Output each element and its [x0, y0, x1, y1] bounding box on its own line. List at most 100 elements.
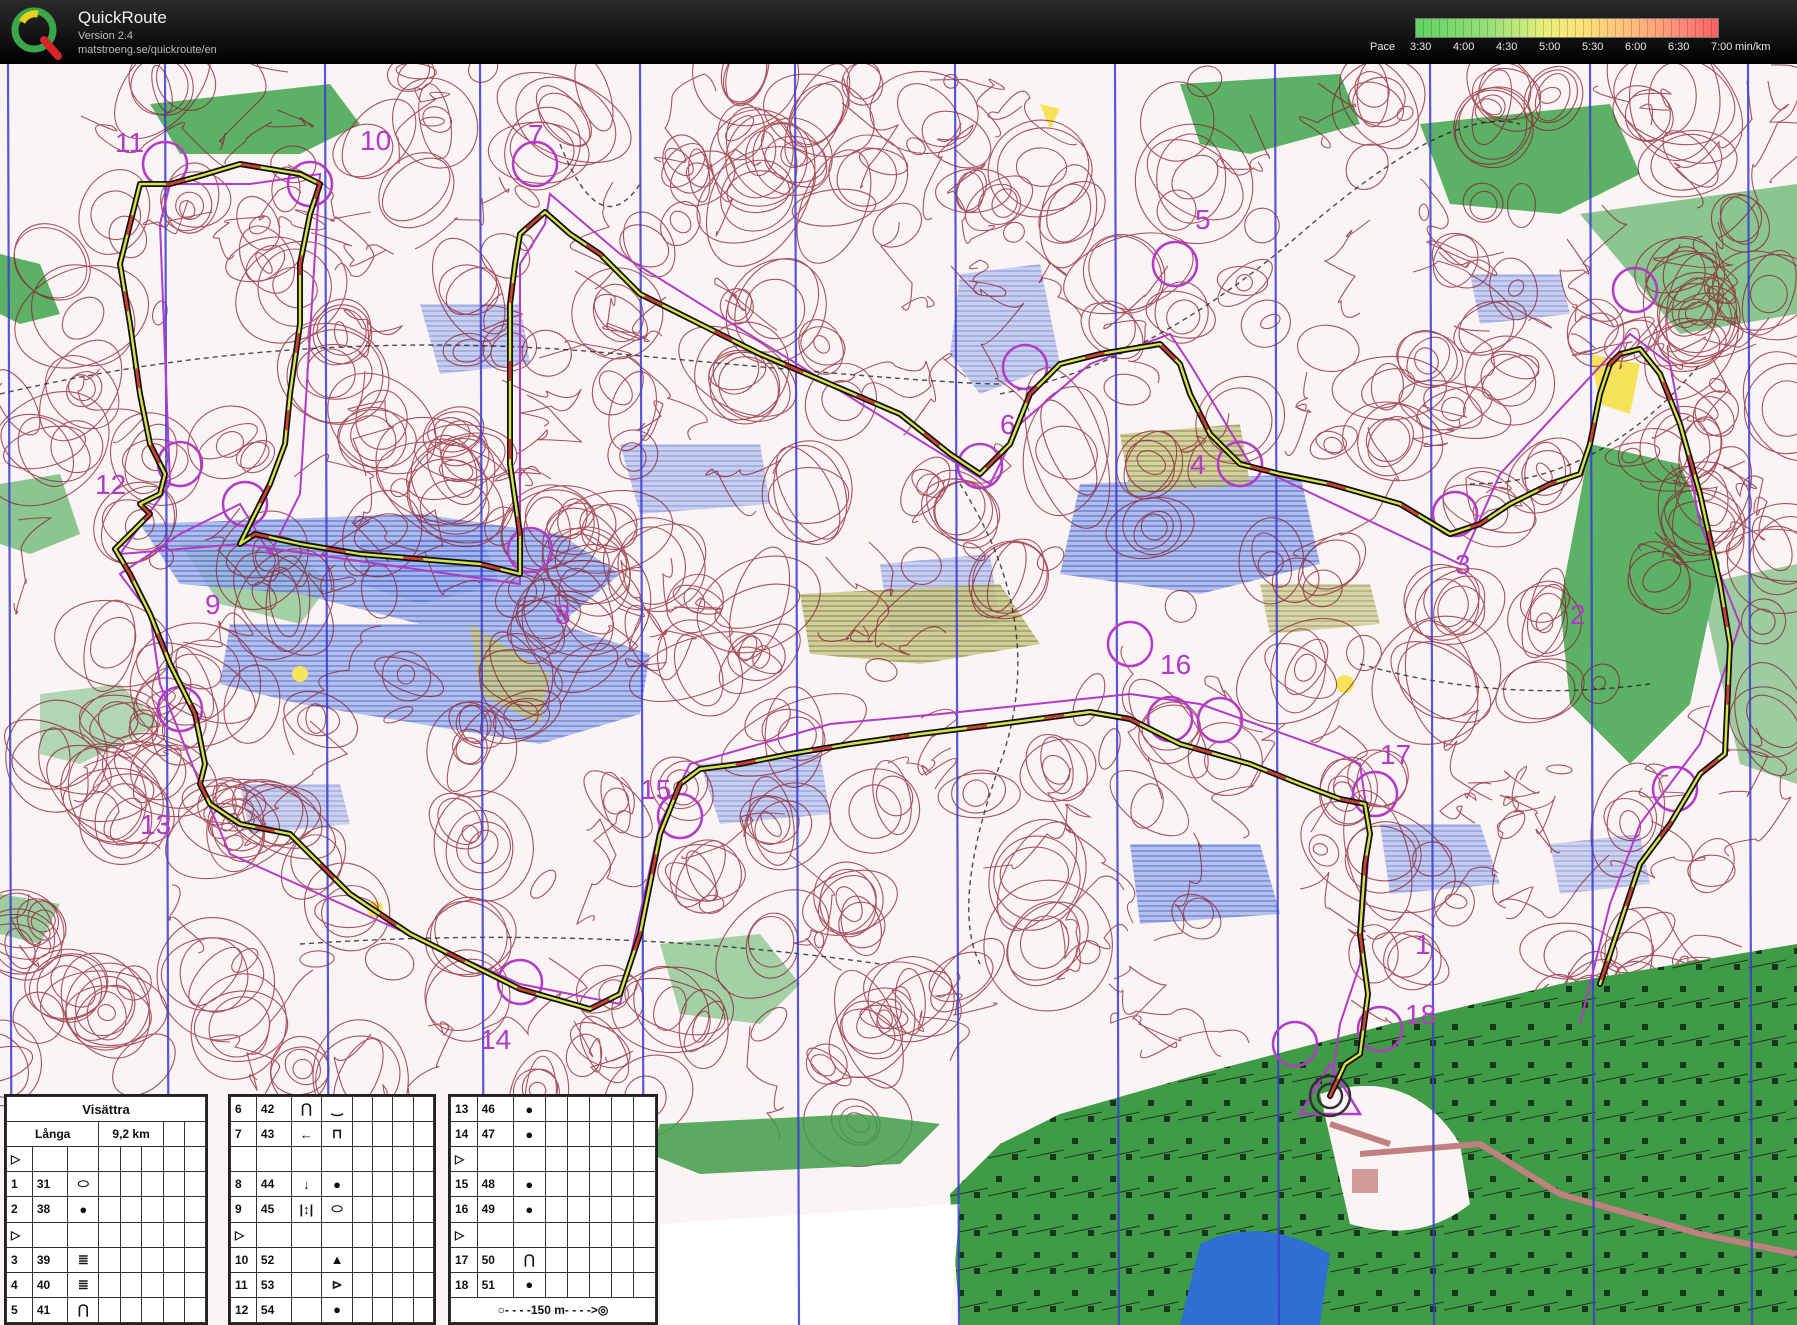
description-blank [98, 1196, 121, 1223]
description-num: 9 [230, 1196, 257, 1223]
orienteering-map[interactable]: 10 11 12 9 8 7 6 5 4 3 2 1 18 17 16 15 14 13 Visättra Lån… [0, 64, 1797, 1325]
description-blank [372, 1146, 394, 1173]
description-blank [119, 1146, 143, 1173]
description-blank [372, 1246, 394, 1273]
description-blank [141, 1146, 164, 1173]
pace-unit: min/km [1735, 41, 1771, 53]
description-num: 10 [230, 1246, 257, 1273]
description-blank [119, 1196, 143, 1223]
app-version: Version 2.4 [78, 30, 134, 42]
description-row: 12 54 ● [230, 1296, 435, 1324]
description-row: 2 38 ● [6, 1196, 207, 1223]
control-number: 17 [1380, 739, 1411, 770]
description-row: 9 45 |↕| ⬭ [230, 1196, 435, 1223]
description-row: 18 51 ● [450, 1271, 657, 1298]
description-blank [183, 1146, 207, 1173]
description-blank [610, 1121, 634, 1148]
description-blank [372, 1221, 394, 1248]
description-blank [412, 1095, 435, 1123]
description-row: 5 41 ⋂ [6, 1296, 207, 1324]
description-sym: |↕| [290, 1196, 323, 1223]
description-blank [632, 1221, 657, 1248]
description-num: 18 [450, 1271, 478, 1298]
description-blank [392, 1271, 414, 1298]
description-row: 13 46 ● [450, 1095, 657, 1123]
description-code [31, 1221, 69, 1248]
description-code: 54 [255, 1296, 292, 1324]
description-row: ▷ [230, 1221, 435, 1248]
pace-gradient-bar [1415, 18, 1719, 38]
description-blank [544, 1121, 568, 1148]
description-blank [412, 1171, 435, 1198]
description-num: 4 [6, 1271, 33, 1298]
description-blank [566, 1121, 590, 1148]
description-blank [351, 1246, 374, 1273]
description-num: 14 [450, 1121, 478, 1148]
description-code: 43 [255, 1121, 292, 1148]
description-blank [141, 1246, 164, 1273]
description-blank [372, 1171, 394, 1198]
control-number: 9 [205, 589, 221, 620]
control-number: 5 [1195, 204, 1211, 235]
description-blank [98, 1146, 121, 1173]
unmapped-area [660, 1204, 960, 1325]
description-blank [632, 1196, 657, 1223]
description-num: 7 [230, 1121, 257, 1148]
description-sym: ⋂ [67, 1296, 100, 1324]
pace-tick-label: 6:00 [1625, 41, 1647, 53]
description-blank [351, 1196, 374, 1223]
description-sym [512, 1146, 546, 1173]
pace-tick-label: 7:00 [1711, 41, 1733, 53]
description-blank [544, 1095, 568, 1123]
description-blank [588, 1271, 612, 1298]
control-number: 8 [555, 599, 571, 630]
description-blank [588, 1221, 612, 1248]
description-sym: ● [512, 1196, 546, 1223]
control-description-left: Visättra Långa 9,2 km ▷ 1 31 ⬭ 2 38 ● ▷ 3 39 ≣ 4 40 ≣… [4, 1094, 208, 1325]
description-blank [372, 1296, 394, 1324]
description-num: 3 [6, 1246, 33, 1273]
control-number: 10 [360, 125, 391, 156]
description-sym: ≣ [67, 1271, 100, 1298]
description-code: 40 [31, 1271, 69, 1298]
quickroute-logo-icon [11, 7, 62, 60]
control-number: 2 [1570, 599, 1586, 630]
description-blank [372, 1196, 394, 1223]
description-blank [351, 1121, 374, 1148]
description-num: 6 [230, 1095, 257, 1123]
description-code [476, 1221, 514, 1248]
description-sym2: ● [321, 1171, 353, 1198]
description-sym [290, 1296, 323, 1324]
description-blank [351, 1271, 374, 1298]
app-url: matstroeng.se/quickroute/en [78, 44, 217, 56]
description-blank [412, 1221, 435, 1248]
pace-tick-label: 4:30 [1496, 41, 1518, 53]
description-blank [588, 1196, 612, 1223]
description-num: 11 [230, 1271, 257, 1298]
description-blank [119, 1221, 143, 1248]
description-blank [412, 1271, 435, 1298]
control-number: 11 [115, 127, 144, 158]
description-blank [632, 1246, 657, 1273]
description-blank [544, 1246, 568, 1273]
app-title: QuickRoute [78, 8, 167, 27]
description-row: 10 52 ▲ [230, 1246, 435, 1273]
control-number: 4 [1190, 449, 1206, 480]
class-name: Långa [5, 1121, 100, 1148]
description-blank [632, 1095, 657, 1123]
description-num: ▷ [450, 1146, 478, 1173]
description-blank [632, 1171, 657, 1198]
description-row: 4 40 ≣ [6, 1271, 207, 1298]
description-blank [610, 1196, 634, 1223]
description-num: 5 [6, 1296, 33, 1324]
description-sym: ← [290, 1121, 323, 1148]
control-description-middle: 6 42 ⋂ ‿ 7 43 ← ⊓ 8 44 ↓ ● 9 45 |↕| ⬭ ▷ 10 52 ▲ 11 53 ⊳ 12 54 ● [228, 1094, 436, 1325]
description-row: ▷ [450, 1146, 657, 1173]
finish-distance: ○- - - -150 m- - - ->◎ [450, 1296, 656, 1324]
description-blank [588, 1121, 612, 1148]
description-blank [351, 1221, 374, 1248]
pace-tick-label: 3:30 [1410, 41, 1432, 53]
description-blank [141, 1221, 164, 1248]
description-code: 39 [31, 1246, 69, 1273]
description-sym2: ‿ [321, 1095, 353, 1123]
